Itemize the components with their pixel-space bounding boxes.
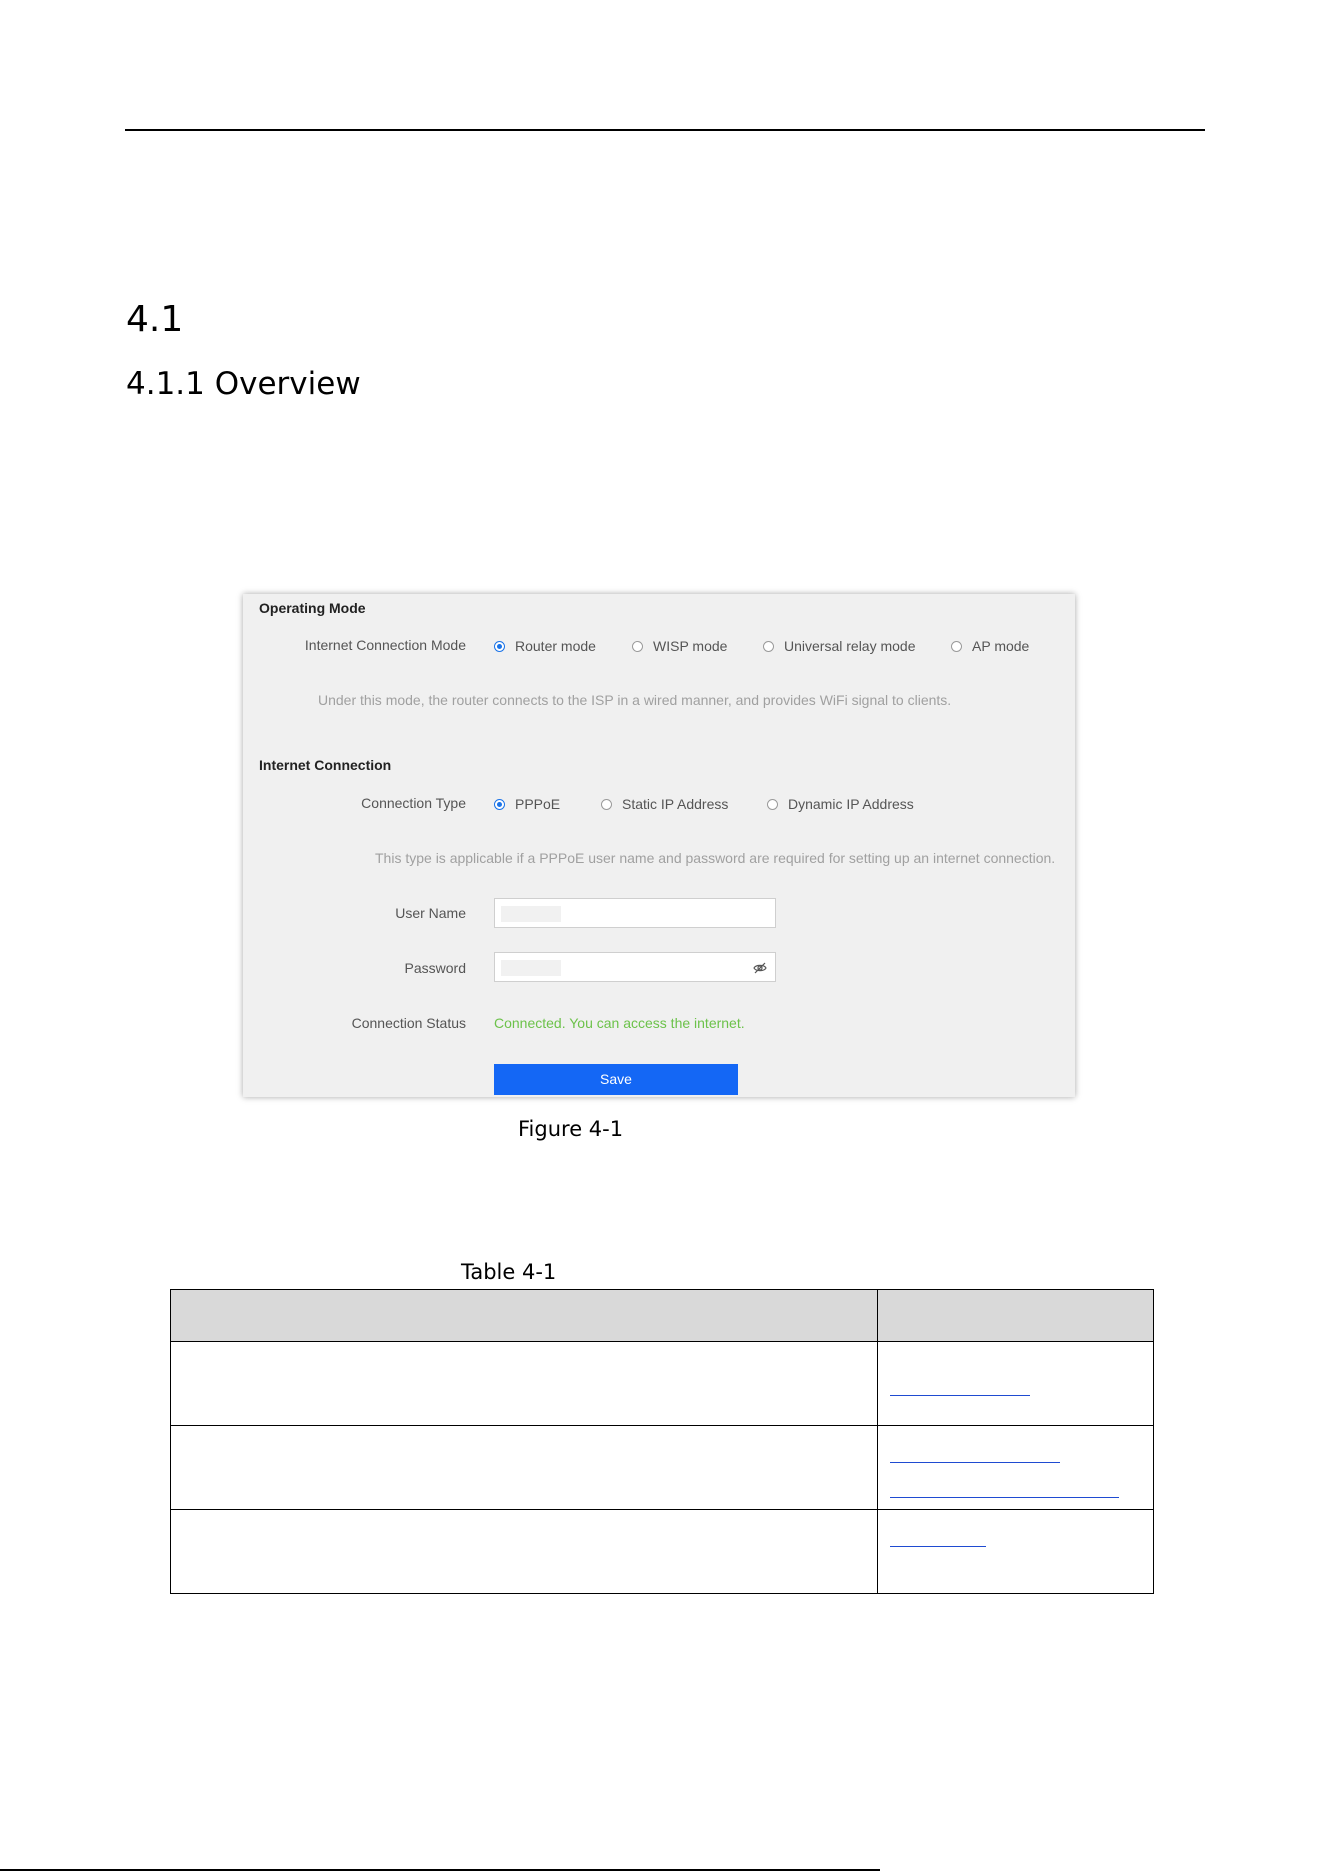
table-link-cell xyxy=(877,1509,1154,1594)
section-heading: 4.1 xyxy=(126,299,184,340)
connection-status-label: Connection Status xyxy=(351,1015,466,1031)
table-header-row xyxy=(170,1289,1154,1342)
radio-unselected-icon xyxy=(632,641,643,652)
figure-screenshot: Operating Mode Internet Connection Mode … xyxy=(243,594,1075,1097)
cross-reference-link[interactable] xyxy=(890,1462,1060,1463)
eye-slash-icon[interactable] xyxy=(753,961,767,975)
table-cell xyxy=(170,1425,878,1510)
table-header-cell xyxy=(170,1289,878,1342)
user-name-value-redacted xyxy=(501,906,561,922)
internet-connection-mode-label: Internet Connection Mode xyxy=(304,637,466,653)
password-value-redacted xyxy=(501,960,561,976)
header-rule xyxy=(125,129,1205,131)
table-caption: Table 4-1 xyxy=(461,1260,557,1284)
table-link-cell xyxy=(877,1425,1154,1510)
figure-caption: Figure 4-1 xyxy=(518,1117,624,1141)
save-button[interactable]: Save xyxy=(494,1064,738,1095)
radio-unselected-icon xyxy=(767,799,778,810)
connection-status-value: Connected. You can access the internet. xyxy=(494,1015,745,1031)
user-name-label: User Name xyxy=(395,905,466,921)
password-label: Password xyxy=(404,960,466,976)
radio-static-ip[interactable]: Static IP Address xyxy=(601,796,728,812)
radio-unselected-icon xyxy=(951,641,962,652)
subsection-heading: 4.1.1 Overview xyxy=(126,366,361,402)
radio-pppoe[interactable]: PPPoE xyxy=(494,796,560,812)
radio-ap-mode[interactable]: AP mode xyxy=(951,638,1029,654)
radio-dynamic-ip[interactable]: Dynamic IP Address xyxy=(767,796,914,812)
radio-router-mode[interactable]: Router mode xyxy=(494,638,596,654)
reference-table xyxy=(170,1289,1154,1594)
cross-reference-link[interactable] xyxy=(890,1497,1119,1498)
operating-mode-title: Operating Mode xyxy=(259,600,366,616)
cross-reference-link[interactable] xyxy=(890,1395,1030,1396)
radio-selected-icon xyxy=(494,799,505,810)
user-name-input[interactable] xyxy=(494,898,776,928)
cross-reference-link[interactable] xyxy=(890,1546,986,1547)
table-link-cell xyxy=(877,1341,1154,1426)
connection-type-hint: This type is applicable if a PPPoE user … xyxy=(375,850,1056,866)
table-cell xyxy=(170,1509,878,1594)
radio-unselected-icon xyxy=(601,799,612,810)
password-input[interactable] xyxy=(494,952,776,982)
table-cell xyxy=(170,1341,878,1426)
table-row xyxy=(170,1341,1154,1426)
footer-rule xyxy=(0,1869,880,1871)
connection-type-label: Connection Type xyxy=(361,795,466,811)
operating-mode-hint: Under this mode, the router connects to … xyxy=(318,692,952,708)
table-row xyxy=(170,1509,1154,1594)
radio-wisp-mode[interactable]: WISP mode xyxy=(632,638,727,654)
radio-universal-relay-mode[interactable]: Universal relay mode xyxy=(763,638,916,654)
table-header-cell xyxy=(877,1289,1154,1342)
radio-unselected-icon xyxy=(763,641,774,652)
internet-connection-title: Internet Connection xyxy=(259,757,392,773)
table-row xyxy=(170,1425,1154,1510)
radio-selected-icon xyxy=(494,641,505,652)
